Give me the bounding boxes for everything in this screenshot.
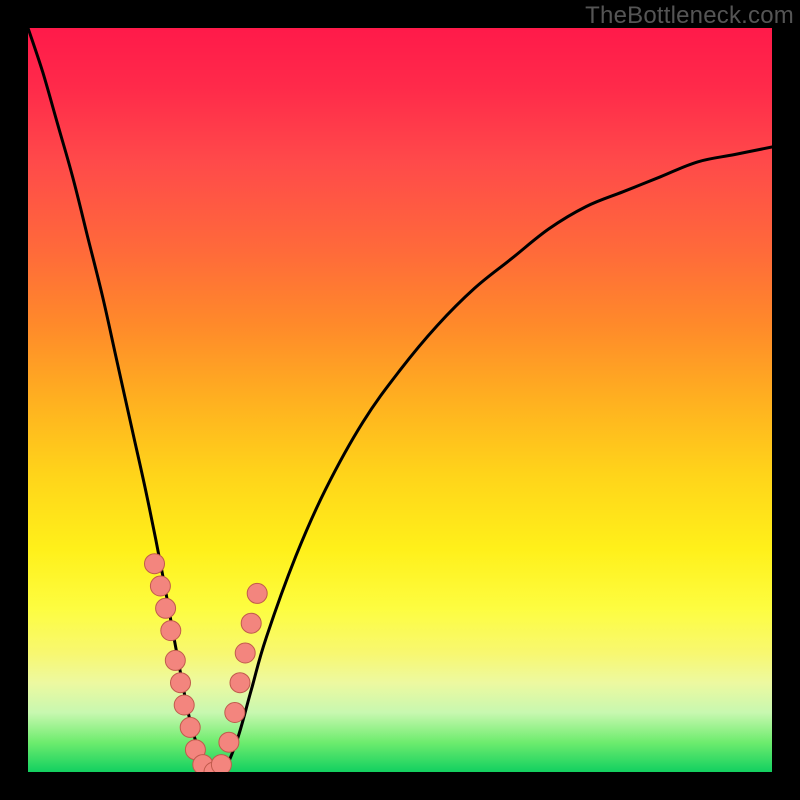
curve-marker [145, 554, 165, 574]
curve-marker [165, 650, 185, 670]
curve-marker [174, 695, 194, 715]
curve-marker [211, 755, 231, 772]
curve-marker [225, 703, 245, 723]
curve-marker [171, 673, 191, 693]
curve-marker [156, 598, 176, 618]
curve-marker [235, 643, 255, 663]
curve-marker [180, 717, 200, 737]
curve-marker [150, 576, 170, 596]
curve-marker [161, 621, 181, 641]
plot-area [28, 28, 772, 772]
curve-marker [241, 613, 261, 633]
curve-marker [247, 583, 267, 603]
curve-marker [219, 732, 239, 752]
curve-layer [28, 28, 772, 772]
bottleneck-curve [28, 28, 772, 772]
curve-marker [230, 673, 250, 693]
watermark-text: TheBottleneck.com [585, 2, 794, 30]
chart-frame: TheBottleneck.com [0, 0, 800, 800]
